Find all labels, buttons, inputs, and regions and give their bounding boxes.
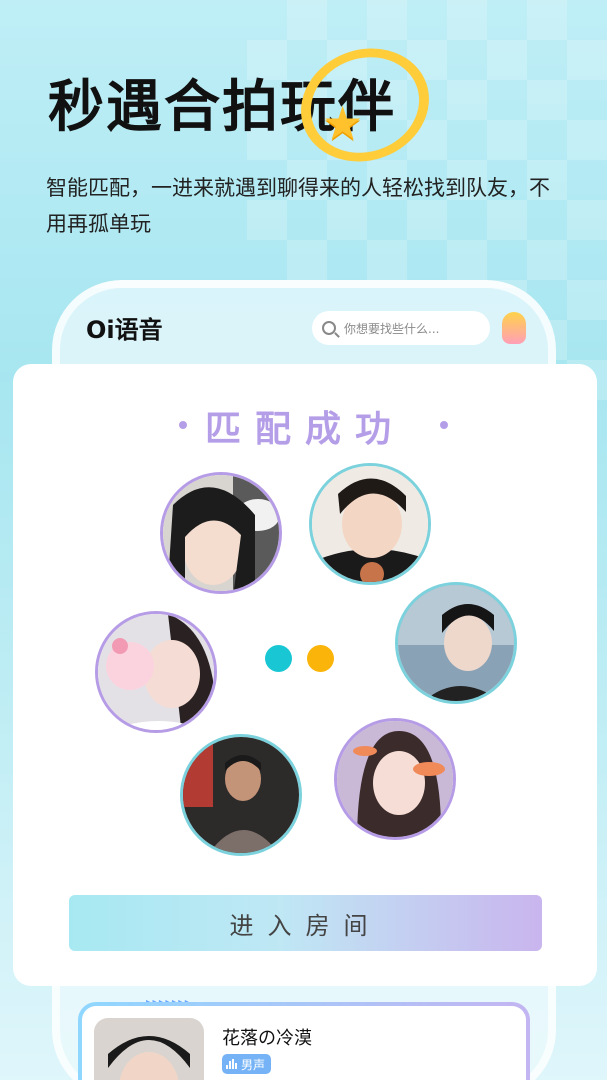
- app-logo: Oi语音: [86, 316, 163, 344]
- avatar-girl-cat[interactable]: [160, 472, 282, 594]
- user-preview-card-inner: 花落の冷漠 男声: [82, 1006, 526, 1080]
- voice-tag: 男声: [222, 1054, 272, 1074]
- avatar-girl-kitty[interactable]: [95, 611, 217, 733]
- match-dot-teal: [265, 645, 292, 672]
- user-avatar[interactable]: [94, 1018, 204, 1080]
- hero-subtitle: 智能匹配，一进来就遇到聊得来的人轻松找到队友，不用再孤单玩: [46, 176, 550, 236]
- match-dot-orange: [307, 645, 334, 672]
- avatar-man-street[interactable]: [180, 734, 302, 856]
- star-icon: ★: [322, 96, 364, 150]
- search-icon: [322, 321, 336, 335]
- user-preview-card[interactable]: 花落の冷漠 男声: [78, 1002, 530, 1080]
- avatar-girl-fish[interactable]: [334, 718, 456, 840]
- voice-tag-label: 男声: [241, 1057, 266, 1072]
- avatar-man-street-image: [183, 737, 299, 853]
- user-name: 花落の冷漠: [222, 1028, 312, 1049]
- avatar-girl-kitty-image: [98, 614, 214, 730]
- user-avatar-image: [94, 1018, 204, 1080]
- avatar-boy-cake[interactable]: [309, 463, 431, 585]
- avatar-girl-fish-image: [337, 721, 453, 837]
- match-card: 匹配成功 进入房间: [13, 364, 597, 986]
- match-title: 匹配成功: [204, 409, 405, 450]
- avatar-girl-cat-image: [163, 475, 279, 591]
- mascot-icon[interactable]: [502, 312, 526, 344]
- avatar-boy-cake-image: [312, 466, 428, 582]
- title-dot-right: [440, 421, 448, 429]
- avatar-boy-snow-image: [398, 585, 514, 701]
- app-bar: Oi语音 你想要找些什么...: [86, 304, 526, 350]
- enter-room-button[interactable]: 进入房间: [69, 895, 542, 951]
- search-input[interactable]: 你想要找些什么...: [312, 311, 490, 345]
- avatar-boy-snow[interactable]: [395, 582, 517, 704]
- search-placeholder: 你想要找些什么...: [344, 321, 440, 336]
- voice-wave-icon: [226, 1059, 238, 1069]
